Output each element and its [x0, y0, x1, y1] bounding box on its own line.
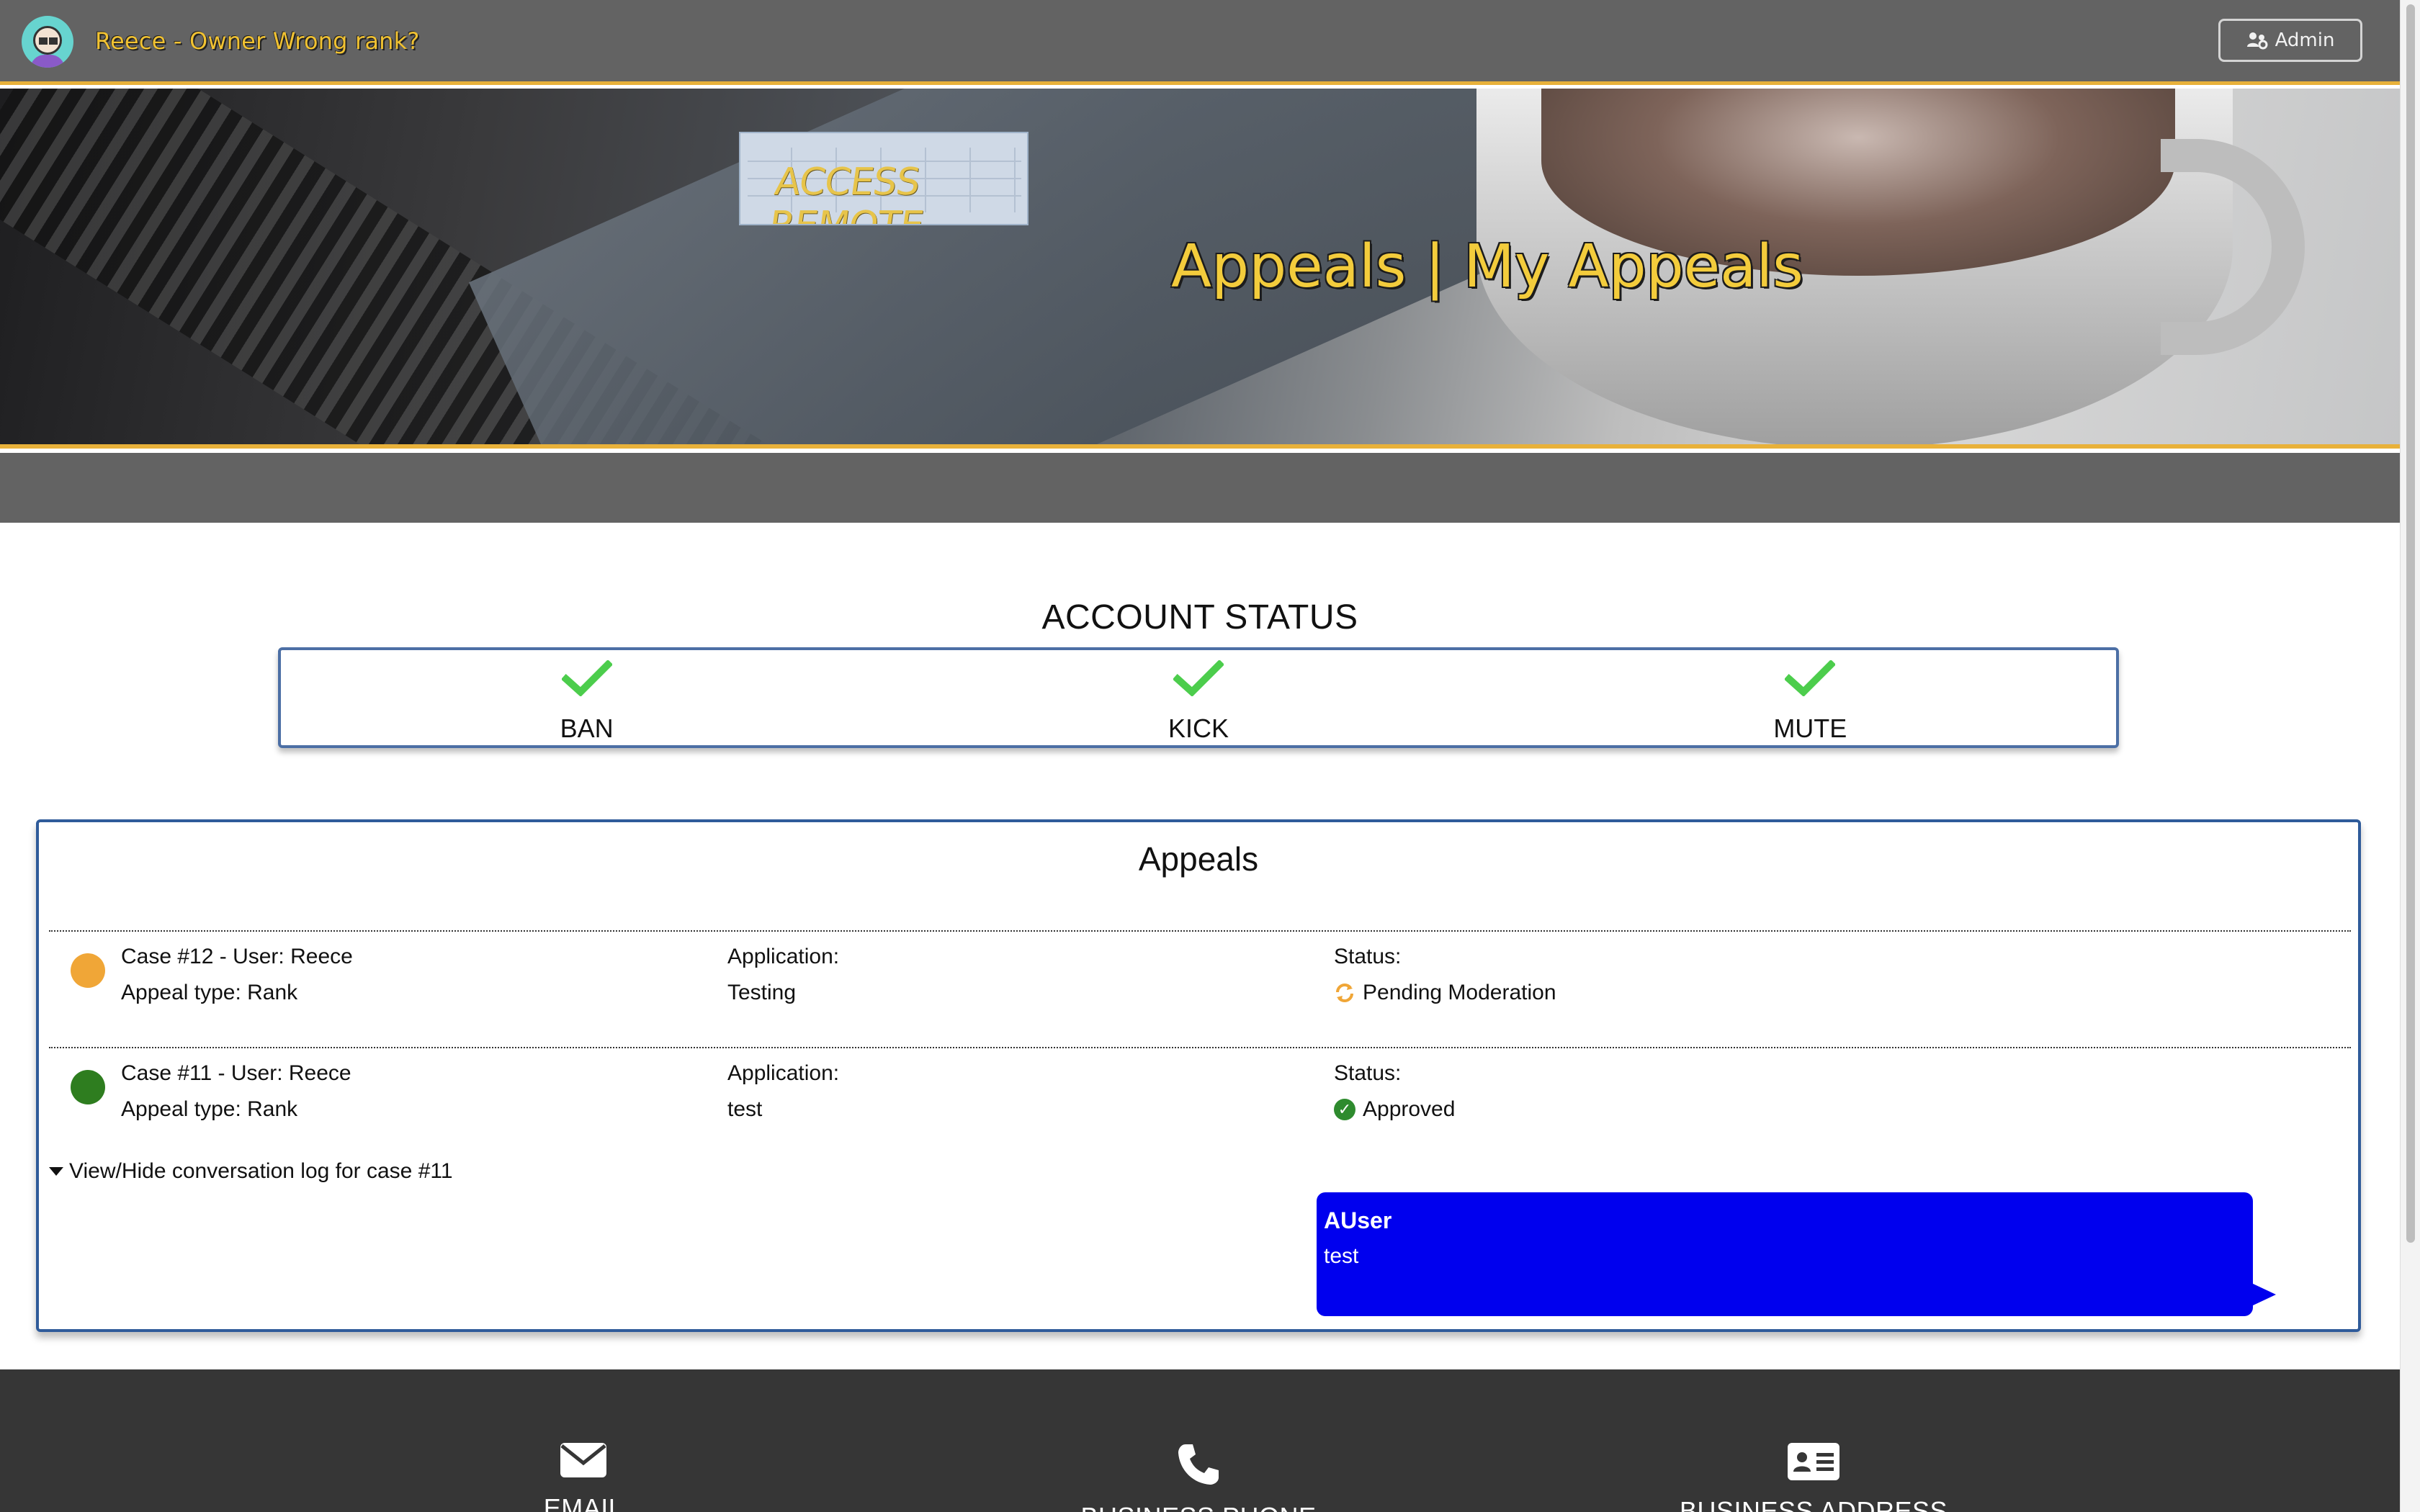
footer-address[interactable]: BUSINESS ADDRESS: [1597, 1441, 2030, 1512]
phone-icon: [1178, 1444, 1219, 1485]
application-label: Application:: [727, 1061, 840, 1085]
case-info: Case #11 - User: Reece Appeal type: Rank: [121, 1056, 351, 1128]
status-value: Approved: [1363, 1097, 1456, 1121]
case-label: Case #11 - User: Reece: [121, 1061, 351, 1085]
check-icon: [1785, 660, 1836, 696]
appeals-panel: Appeals Case #12 - User: Reece Appeal ty…: [36, 819, 2361, 1332]
caret-down-icon: [49, 1167, 63, 1176]
footer-phone[interactable]: BUSINESS PHONE: [982, 1441, 1415, 1512]
check-icon: [561, 660, 612, 696]
case-application: Application: Testing: [727, 939, 839, 1011]
application-value: test: [727, 1097, 763, 1121]
case-info: Case #12 - User: Reece Appeal type: Rank: [121, 939, 353, 1011]
case-label: Case #12 - User: Reece: [121, 945, 353, 968]
users-cog-icon: [2246, 32, 2268, 50]
user-title[interactable]: Reece - Owner Wrong rank?: [95, 27, 420, 55]
case-status: Status: Pending Moderation: [1334, 939, 1556, 1011]
status-label: Status:: [1334, 1061, 1402, 1085]
check-icon: [1173, 660, 1224, 696]
logo-text: ACCESS REMOTE: [766, 161, 926, 225]
page-scrollbar[interactable]: [2400, 0, 2420, 1512]
account-status-panel: BAN KICK MUTE: [278, 647, 2119, 748]
case-row-11[interactable]: Case #11 - User: Reece Appeal type: Rank…: [49, 1048, 2351, 1149]
page-title: Appeals | My Appeals: [1171, 233, 1803, 301]
address-card-icon: [1788, 1443, 1839, 1480]
sync-icon: [1336, 984, 1353, 1002]
appeals-title: Appeals: [1138, 840, 1259, 878]
message-author: AUser: [1324, 1207, 1392, 1233]
admin-button[interactable]: Admin: [2218, 19, 2362, 62]
envelope-icon: [560, 1443, 606, 1477]
check-circle-icon: ✓: [1334, 1099, 1355, 1120]
footer-phone-label: BUSINESS PHONE: [982, 1502, 1415, 1512]
status-item-mute: MUTE: [1505, 650, 2116, 745]
status-label-ban: BAN: [560, 714, 614, 743]
status-label: Status:: [1334, 945, 1402, 968]
admin-button-label: Admin: [2275, 30, 2335, 51]
application-value: Testing: [727, 981, 797, 1004]
nav-band: [0, 453, 2400, 523]
footer-email[interactable]: EMAIL: [367, 1441, 799, 1512]
application-label: Application:: [727, 945, 840, 968]
case-appeal-type: Appeal type: Rank: [121, 1097, 298, 1121]
status-item-ban: BAN: [281, 650, 892, 745]
status-label-kick: KICK: [1168, 714, 1229, 743]
footer: EMAIL BUSINESS PHONE BUSINESS ADDRESS: [0, 1369, 2400, 1512]
status-label-mute: MUTE: [1773, 714, 1847, 743]
message-bubble-tail: [2251, 1283, 2276, 1306]
case-application: Application: test: [727, 1056, 839, 1128]
case-row-12[interactable]: Case #12 - User: Reece Appeal type: Rank…: [49, 932, 2351, 1032]
footer-email-label: EMAIL: [543, 1493, 624, 1512]
case-status-dot: [71, 953, 105, 988]
top-bar: Reece - Owner Wrong rank? Admin: [0, 0, 2400, 85]
status-value: Pending Moderation: [1363, 981, 1556, 1004]
site-logo[interactable]: ACCESS REMOTE: [739, 132, 1028, 225]
avatar[interactable]: [22, 16, 73, 68]
case-appeal-type: Appeal type: Rank: [121, 981, 298, 1004]
hero-cup-handle: [2161, 139, 2305, 355]
footer-address-label: BUSINESS ADDRESS: [1679, 1496, 1948, 1512]
scrollbar-thumb[interactable]: [2406, 4, 2415, 1243]
message-text: test: [1324, 1244, 1359, 1268]
account-status-heading: ACCOUNT STATUS: [1041, 598, 1358, 636]
message-bubble: AUser test: [1317, 1192, 2253, 1316]
conversation-log-toggle[interactable]: View/Hide conversation log for case #11: [49, 1159, 453, 1184]
case-status: Status: ✓ Approved: [1334, 1056, 1455, 1128]
status-item-kick: KICK: [892, 650, 1504, 745]
conversation-log-toggle-label: View/Hide conversation log for case #11: [69, 1159, 453, 1183]
case-status-dot: [71, 1070, 105, 1104]
